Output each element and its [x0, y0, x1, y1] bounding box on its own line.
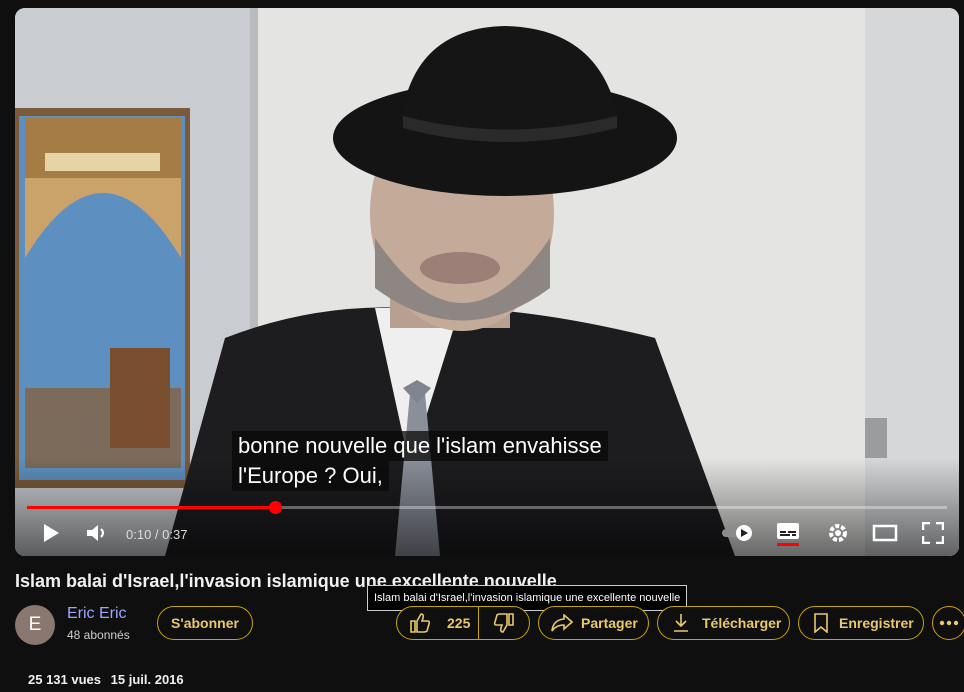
share-icon [551, 614, 573, 632]
thumbs-up-icon [410, 613, 431, 633]
autoplay-toggle[interactable] [720, 517, 756, 549]
fullscreen-icon [922, 522, 944, 544]
play-icon [44, 524, 59, 542]
theater-mode-button[interactable] [868, 517, 902, 549]
share-button[interactable]: Partager [538, 606, 649, 640]
share-label: Partager [581, 615, 638, 631]
subtitle-line-2: l'Europe ? Oui, [232, 461, 389, 491]
channel-name[interactable]: Eric Eric [67, 605, 127, 623]
more-icon [939, 620, 959, 626]
more-actions-button[interactable] [932, 606, 964, 640]
subtitles-icon [777, 523, 799, 546]
download-icon [674, 614, 688, 632]
subscribe-button[interactable]: S'abonner [157, 606, 253, 640]
save-label: Enregistrer [839, 615, 914, 631]
save-button[interactable]: Enregistrer [798, 606, 924, 640]
thumbs-down-icon [493, 613, 514, 633]
subscribe-label: S'abonner [171, 615, 239, 631]
avatar-letter: E [28, 614, 42, 635]
fullscreen-button[interactable] [918, 517, 948, 549]
like-dislike-group: 225 [396, 606, 530, 640]
theater-icon [872, 524, 898, 542]
player-controls: 0:10 / 0:37 [15, 513, 959, 555]
channel-avatar[interactable]: E [15, 605, 55, 645]
subtitles-button[interactable] [773, 517, 803, 551]
upload-date: 15 juil. 2016 [110, 672, 184, 687]
view-count: 25 131 vues [28, 672, 102, 687]
progress-played [27, 506, 276, 509]
volume-icon [87, 525, 104, 541]
download-button[interactable]: Télécharger [657, 606, 790, 640]
progress-bar[interactable] [27, 501, 947, 514]
like-button[interactable]: 225 [397, 607, 479, 639]
settings-button[interactable] [823, 517, 853, 549]
download-label: Télécharger [702, 615, 782, 631]
subtitle-line-1: bonne nouvelle que l'islam envahisse [232, 431, 608, 461]
bookmark-icon [814, 613, 828, 633]
subtitle-caption: bonne nouvelle que l'islam envahisse l'E… [232, 431, 608, 491]
autoplay-toggle-icon [722, 525, 752, 541]
time-display: 0:10 / 0:37 [126, 527, 188, 542]
dislike-button[interactable] [479, 607, 529, 639]
settings-icon [829, 524, 847, 542]
like-count: 225 [447, 615, 471, 631]
video-stats: 25 131 vues 15 juil. 2016 [28, 672, 190, 687]
subscriber-count: 48 abonnés [67, 628, 130, 642]
play-button[interactable] [37, 517, 65, 549]
mute-button[interactable] [83, 517, 111, 549]
video-player[interactable]: bonne nouvelle que l'islam envahisse l'E… [15, 8, 959, 556]
